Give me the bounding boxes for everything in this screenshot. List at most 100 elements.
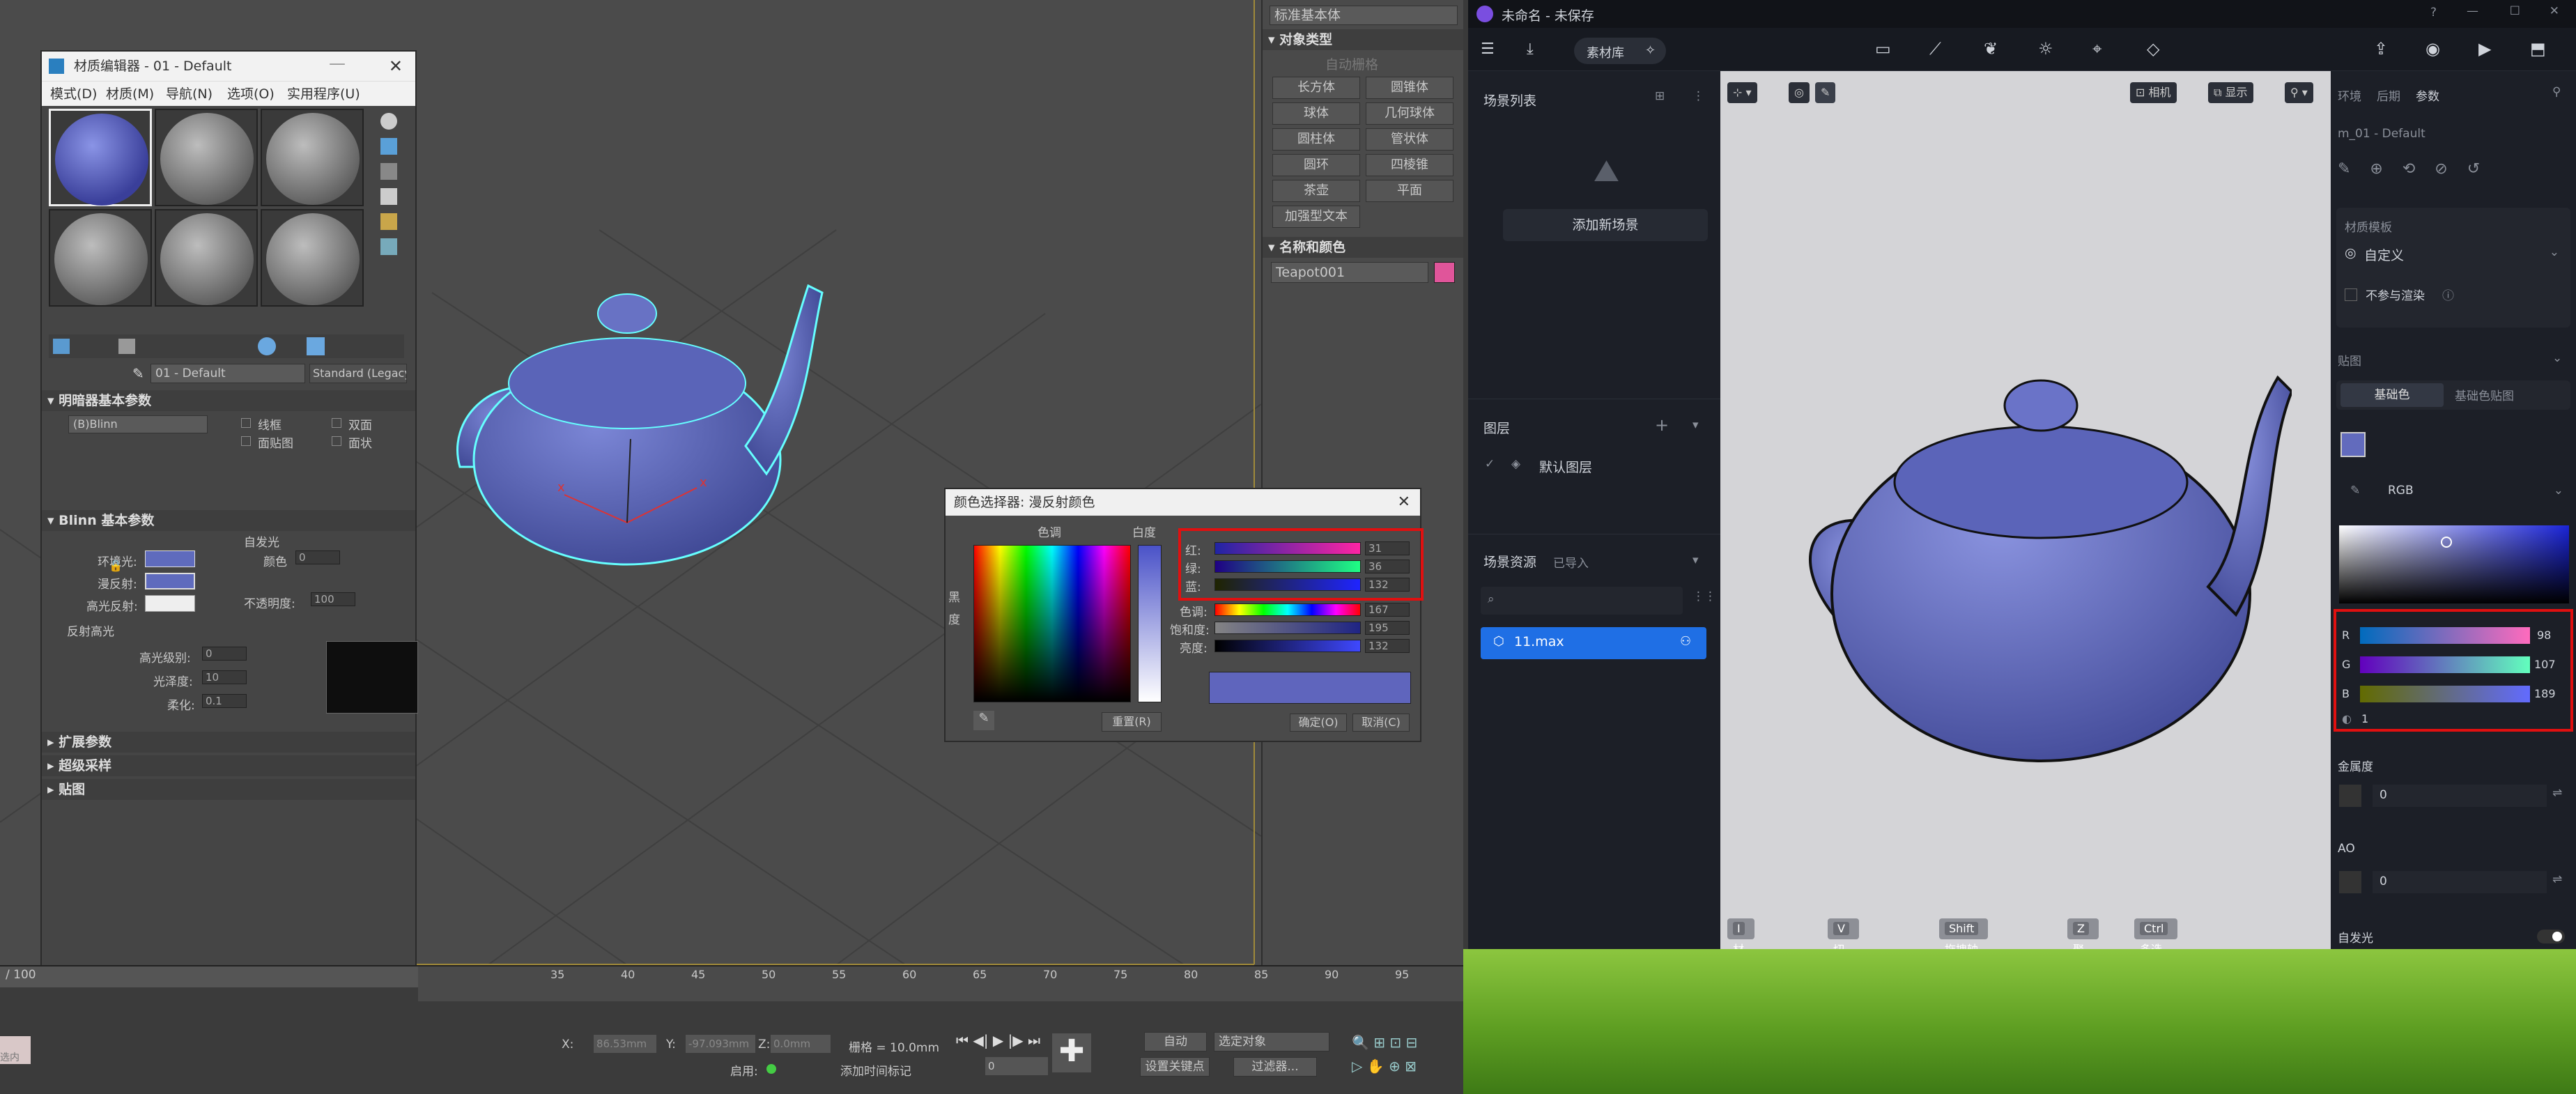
- material-slot-5[interactable]: [155, 209, 258, 307]
- sample-type-icon[interactable]: [380, 113, 397, 130]
- asset-item-11max[interactable]: 11.max ⬡ ⚇: [1481, 627, 1706, 659]
- assets-tab[interactable]: 场景资源: [1483, 552, 1536, 571]
- tab-base-color-map[interactable]: 基础色贴图: [2455, 386, 2514, 403]
- material-type-button[interactable]: Standard (Legacy): [309, 364, 407, 383]
- show-end-result-icon[interactable]: [307, 337, 325, 355]
- filters-button[interactable]: 过滤器...: [1233, 1057, 1317, 1077]
- add-scene-button[interactable]: 添加新场景: [1503, 209, 1708, 241]
- primitive-button[interactable]: 加强型文本: [1272, 206, 1360, 228]
- maps-rollout[interactable]: ▸ 贴图: [42, 779, 415, 800]
- maximize-icon[interactable]: ☐: [2510, 4, 2520, 18]
- object-color-swatch[interactable]: [1434, 262, 1455, 283]
- share-icon[interactable]: ⇪: [2374, 39, 2388, 59]
- primitive-button[interactable]: 管状体: [1366, 128, 1453, 151]
- set-key-icon[interactable]: ✚: [1052, 1033, 1091, 1072]
- nav-controls[interactable]: 🔍 ⊞ ⊡ ⊟ ▷ ✋ ⊕ ⊠: [1352, 1031, 1456, 1079]
- glossiness-value[interactable]: 10: [202, 670, 247, 684]
- saturation-value-picker[interactable]: [2339, 525, 2569, 603]
- primitive-button[interactable]: 几何球体: [1366, 102, 1453, 125]
- eyedropper-icon[interactable]: ✎: [1815, 82, 1836, 103]
- set-key-button[interactable]: 设置关键点: [1140, 1057, 1210, 1077]
- menu-item[interactable]: 模式(D): [50, 82, 97, 107]
- current-frame-field[interactable]: 0: [985, 1057, 1048, 1075]
- pin-icon[interactable]: ⚲: [2552, 85, 2561, 99]
- extended-params-rollout[interactable]: ▸ 扩展参数: [42, 732, 415, 753]
- slider-icon[interactable]: ⇌: [2552, 872, 2562, 886]
- add-time-tag[interactable]: 添加时间标记: [840, 1061, 911, 1079]
- lock-icon[interactable]: 🔒: [109, 559, 123, 578]
- help-icon[interactable]: ?: [2430, 6, 2437, 20]
- render-viewport[interactable]: ⊹ ▾ ◎ ✎ ⊡ 相机 ⧉ 显示 ⚲ ▾ I 材质吸色笔 V 切换三轴控件 Shift…: [1720, 71, 2331, 949]
- light-dropdown[interactable]: ⚲ ▾: [2285, 82, 2313, 103]
- y-coordinate[interactable]: -97.093mm: [686, 1035, 755, 1053]
- uv-tiling-icon[interactable]: [380, 188, 397, 205]
- primitive-button[interactable]: 圆锥体: [1366, 77, 1453, 99]
- emissive-toggle[interactable]: [2537, 930, 2565, 943]
- leaf-tool-icon[interactable]: ❦: [1984, 39, 1998, 59]
- export-icon[interactable]: ⬒: [2530, 39, 2546, 59]
- info-icon[interactable]: ⓘ: [2442, 286, 2454, 303]
- video-color-check-icon[interactable]: [380, 213, 397, 230]
- hue-value[interactable]: 167: [1365, 603, 1410, 617]
- cancel-button[interactable]: 取消(C): [1352, 714, 1410, 732]
- autogrid-checkbox[interactable]: 自动栅格: [1325, 54, 1378, 73]
- minimize-icon[interactable]: —: [329, 49, 346, 78]
- shader-dropdown[interactable]: (B)Blinn: [68, 415, 208, 433]
- close-icon[interactable]: ✕: [389, 52, 403, 81]
- object-type-rollout[interactable]: ▾ 对象类型: [1263, 29, 1463, 50]
- close-icon[interactable]: ✕: [2550, 4, 2559, 18]
- menu-item[interactable]: 选项(O): [227, 82, 275, 107]
- spotlight-tool-icon[interactable]: ⌖: [2092, 39, 2102, 59]
- primitive-button[interactable]: 四棱锥: [1366, 154, 1453, 176]
- selected-dropdown[interactable]: 选定对象: [1214, 1032, 1329, 1051]
- menu-item[interactable]: 导航(N): [166, 82, 213, 107]
- material-action-icons[interactable]: ✎⊕⟲⊘↺: [2338, 160, 2499, 178]
- shader-option-checkbox[interactable]: [241, 418, 251, 428]
- check-icon[interactable]: ✓: [1485, 457, 1495, 471]
- shader-option-checkbox[interactable]: [332, 418, 341, 428]
- ok-button[interactable]: 确定(O): [1290, 714, 1347, 732]
- blinn-rollout[interactable]: ▾ Blinn 基本参数: [42, 510, 415, 531]
- metal-map-slot[interactable]: [2339, 785, 2361, 807]
- no-render-checkbox[interactable]: [2345, 288, 2357, 301]
- material-slot-3[interactable]: [261, 109, 364, 206]
- grid-view-icon[interactable]: ⋮⋮: [1692, 590, 1716, 603]
- add-layer-icon[interactable]: +: [1655, 415, 1669, 435]
- hue-slider[interactable]: [1214, 603, 1361, 616]
- spec-level-value[interactable]: 0: [202, 647, 247, 661]
- shader-option-checkbox[interactable]: [241, 436, 251, 446]
- diffuse-swatch[interactable]: [145, 573, 195, 590]
- primitive-button[interactable]: 茶壶: [1272, 180, 1360, 202]
- base-color-swatch[interactable]: [2340, 432, 2366, 457]
- camera-button[interactable]: ⊡ 相机: [2130, 82, 2177, 103]
- self-illum-value[interactable]: 0: [295, 550, 340, 564]
- tab-environment[interactable]: 环境: [2338, 86, 2361, 104]
- menu-item[interactable]: 材质(M): [106, 82, 154, 107]
- user-icon[interactable]: ⚇: [1680, 634, 1691, 649]
- material-slot-6[interactable]: [261, 209, 364, 307]
- object-name-field[interactable]: Teapot001: [1271, 262, 1428, 283]
- camera-icon[interactable]: ◉: [2425, 39, 2440, 59]
- menu-icon[interactable]: ☰: [1481, 40, 1495, 58]
- teapot-object[interactable]: x x: [418, 265, 836, 571]
- opacity-value[interactable]: 100: [311, 592, 355, 606]
- metal-input[interactable]: 0: [2373, 785, 2547, 807]
- track-bar[interactable]: 35404550556065707580859095100: [418, 966, 1463, 1001]
- primitive-button[interactable]: 圆柱体: [1272, 128, 1360, 151]
- minimize-icon[interactable]: —: [2467, 4, 2478, 18]
- z-coordinate[interactable]: 0.0mm: [771, 1035, 831, 1053]
- reset-button[interactable]: 重置(R): [1102, 712, 1162, 732]
- close-icon[interactable]: ✕: [1398, 489, 1410, 516]
- more-icon[interactable]: ⋮: [1692, 89, 1704, 103]
- slider-icon[interactable]: ⇌: [2552, 786, 2562, 800]
- import-icon[interactable]: ⤓: [1527, 40, 1534, 58]
- specular-swatch[interactable]: [145, 595, 195, 612]
- background-icon[interactable]: [380, 163, 397, 180]
- imported-tab[interactable]: 已导入: [1553, 553, 1589, 571]
- show-shaded-icon[interactable]: [258, 337, 276, 355]
- ao-map-slot[interactable]: [2339, 871, 2361, 893]
- line-tool-icon[interactable]: ⟋: [1929, 39, 1941, 59]
- time-slider[interactable]: / 100: [0, 966, 418, 987]
- hue-blackness-square[interactable]: [973, 545, 1131, 702]
- primitive-button[interactable]: 平面: [1366, 180, 1453, 202]
